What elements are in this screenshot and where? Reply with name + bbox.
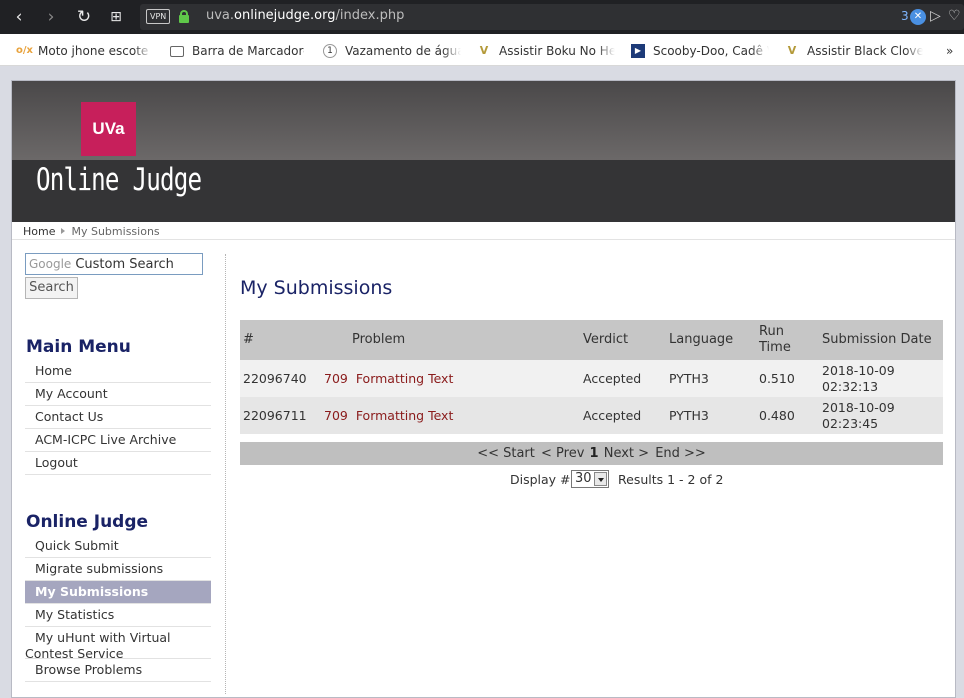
column-header-runtime: Run Time	[759, 324, 791, 355]
lock-icon[interactable]	[179, 10, 189, 23]
page-container: UVa Online Judge Home My Submissions Goog…	[11, 80, 956, 698]
online-judge-menu: Quick Submit Migrate submissions My Subm…	[25, 535, 211, 682]
menu-item-logout[interactable]: Logout	[25, 452, 211, 475]
url-text[interactable]: uva.onlinejudge.org/index.php	[206, 8, 404, 23]
problem-name-link[interactable]: Formatting Text	[356, 408, 454, 424]
search-button[interactable]: Search	[25, 277, 78, 299]
bookmarks-bar: o/x Moto jhone escote ar Barra de Marcad…	[0, 34, 964, 66]
table-row: 22096740 709 Formatting Text Accepted PY…	[240, 360, 943, 397]
send-icon[interactable]: ▷	[930, 8, 941, 24]
menu-item-my-account[interactable]: My Account	[25, 383, 211, 406]
heart-icon[interactable]: ♡	[948, 8, 961, 24]
display-controls: Display # 30 Results 1 - 2 of 2	[240, 470, 943, 490]
page-title: My Submissions	[240, 277, 393, 299]
bookmark-item[interactable]: V Assistir Black Clover -	[785, 42, 923, 60]
results-summary: Results 1 - 2 of 2	[618, 472, 724, 487]
chevron-down-icon[interactable]	[594, 472, 607, 486]
bookmark-item[interactable]: V Assistir Boku No Her	[477, 42, 615, 60]
pager-start-link[interactable]: << Start	[477, 446, 535, 461]
language-cell: PYTH3	[669, 370, 709, 386]
menu-item-my-submissions[interactable]: My Submissions	[25, 581, 211, 604]
column-header-verdict: Verdict	[583, 332, 629, 347]
site-title: Online Judge	[36, 162, 202, 198]
breadcrumb: Home My Submissions	[12, 222, 955, 240]
menu-item-uhunt[interactable]: My uHunt with Virtual Contest Service	[25, 627, 211, 661]
menu-item-browse-problems[interactable]: Browse Problems	[25, 659, 211, 682]
v-logo-icon: V	[787, 44, 797, 57]
google-label: Google	[29, 257, 72, 271]
submission-id: 22096711	[243, 407, 307, 423]
search-input[interactable]: Google Custom Search	[25, 253, 203, 275]
column-header-language: Language	[669, 332, 734, 347]
breadcrumb-arrow-icon	[61, 228, 66, 234]
display-label: Display #	[510, 472, 571, 487]
column-header-problem: Problem	[352, 332, 406, 347]
online-judge-menu-title: Online Judge	[26, 512, 149, 532]
extension-close-icon[interactable]: ✕	[910, 9, 926, 25]
olx-icon: o/x	[16, 45, 33, 56]
forward-icon[interactable]: ›	[40, 6, 62, 28]
v-logo-icon: V	[479, 44, 489, 57]
runtime-cell: 0.510	[759, 370, 795, 386]
pagination-bar: << Start < Prev 1 Next > End >>	[240, 442, 943, 465]
uva-logo[interactable]: UVa	[81, 102, 136, 156]
problem-number-link[interactable]: 709	[324, 371, 348, 387]
breadcrumb-current: My Submissions	[71, 225, 160, 238]
menu-item-contact-us[interactable]: Contact Us	[25, 406, 211, 429]
submission-id: 22096740	[243, 370, 307, 386]
verdict-cell: Accepted	[583, 407, 642, 423]
extension-count: 3	[901, 9, 909, 23]
problem-number-link[interactable]: 709	[324, 408, 348, 424]
language-cell: PYTH3	[669, 407, 709, 423]
bookmark-item[interactable]: 1 Vazamento de água c	[323, 42, 461, 60]
vpn-badge[interactable]: VPN	[146, 9, 171, 24]
pager-current-page: 1	[589, 446, 599, 461]
table-row: 22096711 709 Formatting Text Accepted PY…	[240, 397, 943, 434]
tabs-grid-icon[interactable]: ⊞	[105, 6, 127, 28]
pager-next-link[interactable]: Next >	[604, 446, 649, 461]
pager-end-link[interactable]: End >>	[655, 446, 706, 461]
runtime-cell: 0.480	[759, 407, 795, 423]
menu-item-my-statistics[interactable]: My Statistics	[25, 604, 211, 627]
display-count-value: 30	[575, 471, 592, 486]
bookmark-1-icon: 1	[323, 44, 337, 58]
display-count-select[interactable]: 30	[571, 470, 609, 488]
pager-prev-link[interactable]: < Prev	[541, 446, 584, 461]
problem-cell: 709 Formatting Text	[324, 397, 453, 434]
main-menu: Home My Account Contact Us ACM-ICPC Live…	[25, 360, 211, 475]
video-icon: ▶	[631, 44, 645, 58]
problem-cell: 709 Formatting Text	[324, 360, 453, 397]
menu-item-home[interactable]: Home	[25, 360, 211, 383]
bookmarks-more-icon[interactable]: »	[946, 42, 962, 60]
submissions-table-header: # Problem Verdict Language Run Time Subm…	[240, 320, 943, 360]
reload-icon[interactable]: ↻	[73, 6, 95, 28]
main-menu-title: Main Menu	[26, 337, 131, 357]
date-cell: 2018-10-09 02:32:13	[822, 362, 895, 394]
sidebar-divider	[225, 254, 226, 694]
bookmark-item[interactable]: o/x Moto jhone escote ar	[16, 42, 152, 60]
bookmark-folder[interactable]: Barra de Marcadores	[170, 42, 304, 60]
menu-item-quick-submit[interactable]: Quick Submit	[25, 535, 211, 558]
problem-name-link[interactable]: Formatting Text	[356, 371, 454, 387]
column-header-id: #	[243, 332, 254, 347]
browser-toolbar: ‹ › ↻ ⊞ VPN uva.onlinejudge.org/index.ph…	[0, 0, 964, 34]
menu-item-live-archive[interactable]: ACM-ICPC Live Archive	[25, 429, 211, 452]
column-header-date: Submission Date	[822, 332, 932, 347]
verdict-cell: Accepted	[583, 370, 642, 386]
bookmark-item[interactable]: ▶ Scooby-Doo, Cadê Vo	[631, 42, 769, 60]
date-cell: 2018-10-09 02:23:45	[822, 399, 895, 431]
uhunt-label-line1: My uHunt with Virtual	[35, 630, 171, 645]
back-icon[interactable]: ‹	[8, 6, 30, 28]
breadcrumb-home[interactable]: Home	[23, 225, 55, 238]
folder-icon	[170, 45, 184, 57]
menu-item-migrate-submissions[interactable]: Migrate submissions	[25, 558, 211, 581]
search-placeholder: Custom Search	[75, 257, 174, 272]
